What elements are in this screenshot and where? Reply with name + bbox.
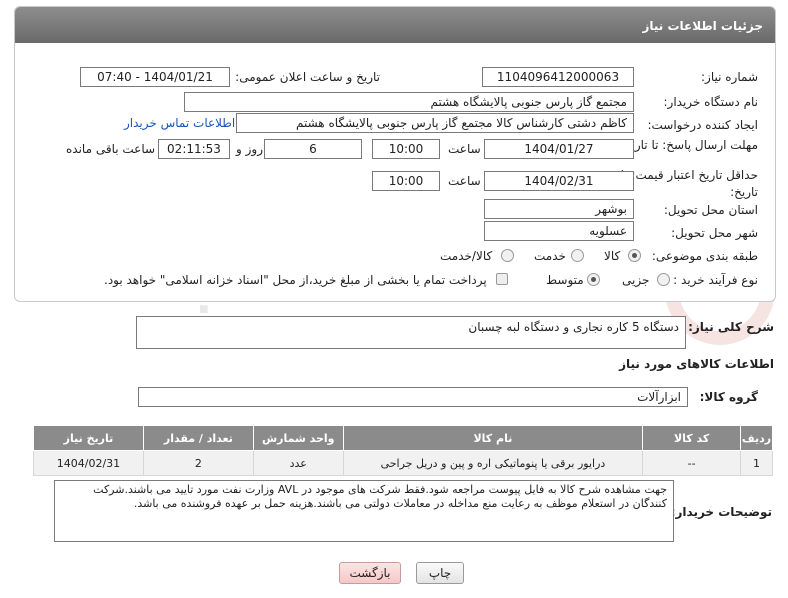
treasury-payment-checkbox[interactable] [496,273,508,285]
delivery-province-label: استان محل تحویل: [663,203,758,217]
process-radio-medium[interactable] [587,273,600,286]
reply-deadline-time: 10:00 [372,139,440,159]
col-row-number: ردیف [740,425,773,451]
category-radio-service[interactable] [571,249,584,262]
reply-deadline-label: مهلت ارسال پاسخ: تا تاریخ: [619,138,758,152]
remaining-time-label: ساعت باقی مانده [66,142,156,156]
category-option-goods-service: کالا/خدمت [440,249,493,263]
col-item-code: کد کالا [642,425,742,451]
purchase-process-label: نوع فرآیند خرید : [673,273,758,287]
process-option-minor: جزیی [622,273,650,287]
delivery-city-field: عسلویه [484,221,634,241]
panel-title: جزئیات اطلاعات نیاز [15,7,775,43]
buyer-org-field: مجتمع گاز پارس جنوبی پالایشگاه هشتم [184,92,634,112]
buyer-notes-field: جهت مشاهده شرح کالا به فایل پیوست مراجعه… [54,480,674,542]
cell-unit: عدد [252,450,344,476]
process-option-medium: متوسط [546,273,584,287]
description-label: شرح کلی نیاز: [688,320,774,334]
category-radio-goods[interactable] [628,249,641,262]
cell-need-date: 1404/02/31 [33,450,144,476]
buyer-org-label: نام دستگاه خریدار: [663,95,759,109]
category-option-goods: کالا [604,249,621,263]
print-button[interactable]: چاپ [416,562,464,584]
back-button[interactable]: بازگشت [339,562,401,584]
category-radio-goods-service[interactable] [501,249,514,262]
category-label: طبقه بندی موضوعی: [651,249,758,263]
price-validity-time: 10:00 [372,171,440,191]
cell-row-number: 1 [740,450,773,476]
items-section-title: اطلاعات کالاهای مورد نیاز [619,357,774,371]
delivery-province-field: بوشهر [484,199,634,219]
announce-datetime-field: 1404/01/21 - 07:40 [80,67,230,87]
need-number-field: 1104096412000063 [482,67,634,87]
price-validity-date: 1404/02/31 [484,171,634,191]
announce-datetime-label: تاریخ و ساعت اعلان عمومی: [235,70,380,84]
buyer-notes-label: توضیحات خریدار: [670,505,772,519]
reply-deadline-date: 1404/01/27 [484,139,634,159]
remaining-days-label: روز و [236,142,263,156]
col-item-name: نام کالا [342,425,644,451]
remaining-days-field: 6 [264,139,362,159]
items-table-header: ردیف کد کالا نام کالا واحد شمارش تعداد /… [33,425,773,451]
cell-item-name: درایور برقی یا پنوماتیکی اره و پین و دری… [342,450,644,476]
cell-item-code: -- [642,450,742,476]
col-unit: واحد شمارش [252,425,344,451]
col-need-date: تاریخ نیاز [33,425,144,451]
buyer-contact-link[interactable]: اطلاعات تماس خریدار [124,116,235,130]
treasury-payment-note: پرداخت تمام یا بخشی از مبلغ خرید،از محل … [104,273,487,287]
process-radio-minor[interactable] [657,273,670,286]
delivery-city-label: شهر محل تحویل: [671,226,758,240]
goods-group-label: گروه کالا: [699,390,758,404]
requester-label: ایجاد کننده درخواست: [647,118,758,132]
col-quantity: تعداد / مقدار [142,425,254,451]
category-option-service: خدمت [534,249,566,263]
remaining-time-field: 02:11:53 [158,139,230,159]
items-table: ردیف کد کالا نام کالا واحد شمارش تعداد /… [33,425,773,476]
cell-quantity: 2 [142,450,254,476]
price-validity-time-label: ساعت [448,174,481,188]
requester-field: کاظم دشتی کارشناس کالا مجتمع گاز پارس جن… [236,113,634,133]
price-validity-label: حداقل تاریخ اعتبار قیمت: تا تاریخ: [620,168,758,199]
reply-deadline-time-label: ساعت [448,142,481,156]
description-field: دستگاه 5 کاره نجاری و دستگاه لبه چسبان [136,316,686,349]
goods-group-field: ابزارآلات [138,387,688,407]
need-number-label: شماره نیاز: [701,70,758,84]
table-row: 1 -- درایور برقی یا پنوماتیکی اره و پین … [33,450,773,476]
